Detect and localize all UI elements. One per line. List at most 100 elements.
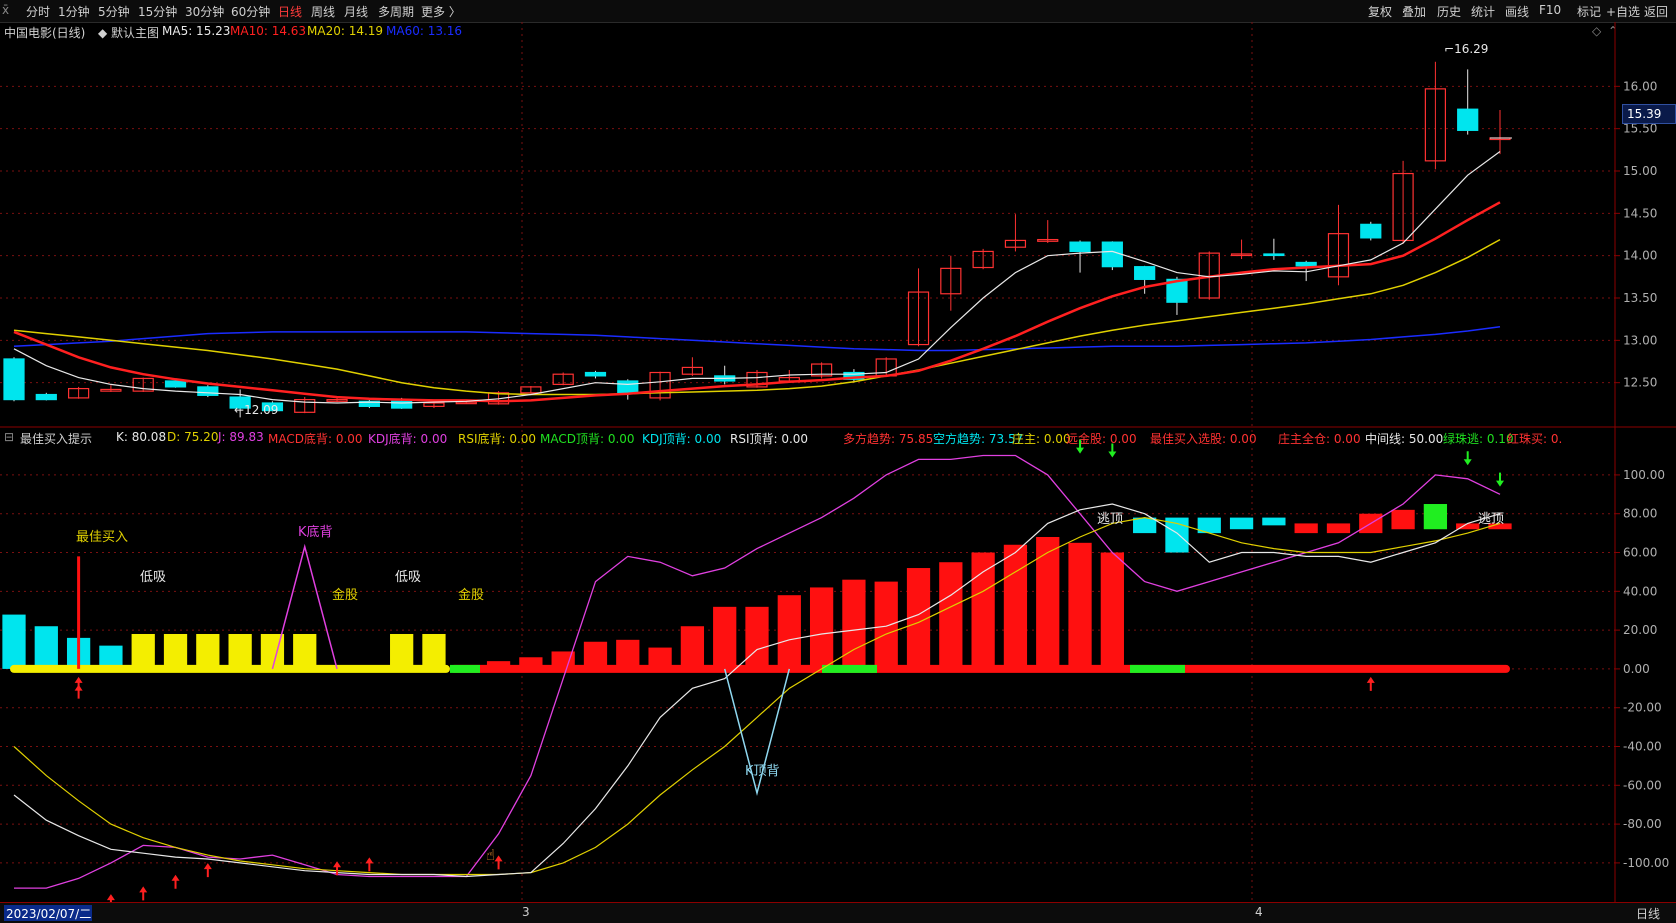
period-button-daily[interactable]: 日线 (1636, 905, 1660, 922)
indicator-bar (1133, 517, 1157, 534)
indicator-bar (1326, 523, 1351, 534)
indicator-bar (1100, 552, 1124, 669)
cursor-hand-icon: ☝ (486, 846, 496, 864)
indicator-tick-label: 60.00 (1623, 546, 1657, 560)
escape-top-label-2: 逃顶 (1478, 512, 1505, 527)
indicator-bar (971, 552, 995, 669)
buy-arrow-icon (203, 863, 212, 878)
indicator-tick-label: -20.00 (1623, 701, 1662, 715)
month-mark-3: 3 (522, 905, 530, 919)
sell-arrow-icon (1496, 472, 1504, 487)
ma60-line (13, 326, 1501, 352)
price-tick-label: 15.00 (1623, 164, 1657, 178)
buy-arrow-icon (1366, 676, 1375, 691)
indicator-bar (713, 606, 737, 669)
d-line (13, 516, 1501, 876)
gold-stock-label-1: 金股 (332, 588, 359, 603)
indicator-bar (422, 633, 446, 669)
indicator-bar (228, 633, 252, 669)
candle-body (1295, 261, 1317, 267)
price-tick-label: 13.50 (1623, 291, 1657, 305)
price-tick-label: 13.00 (1623, 333, 1657, 347)
current-price-value: 15.39 (1627, 107, 1662, 121)
indicator-bar (777, 595, 801, 669)
indicator-bar (293, 633, 317, 669)
low-price-marker: ←12.09 (234, 403, 279, 417)
indicator-tick-label: 40.00 (1623, 584, 1657, 598)
indicator-bar (1229, 517, 1254, 530)
k-line (13, 503, 1501, 878)
indicator-tick-label: -100.00 (1623, 856, 1669, 870)
indicator-bar (745, 606, 769, 669)
candle-body (3, 358, 25, 401)
candle-body (584, 371, 607, 377)
current-price-tag: 15.39 (1622, 104, 1676, 124)
indicator-bar (842, 579, 866, 669)
candle-body (1101, 241, 1123, 268)
candle-body (617, 380, 639, 394)
candle-body (1360, 223, 1382, 239)
indicator-bar (1068, 542, 1092, 669)
candle-body (1134, 266, 1156, 280)
buy-arrow-icon (365, 857, 374, 872)
indicator-tick-label: 0.00 (1623, 662, 1650, 676)
indicator-bar (616, 639, 640, 669)
buy-arrow-icon (74, 676, 83, 691)
buy-arrow-icon (171, 874, 180, 889)
indicator-bar (1294, 523, 1318, 534)
ma5-line (13, 151, 1501, 404)
sell-arrow-icon (1108, 443, 1117, 458)
indicator-bar (34, 626, 58, 669)
indicator-bar (1262, 517, 1286, 526)
candle-body (1263, 253, 1285, 257)
indicator-tick-label: -80.00 (1623, 817, 1662, 831)
indicator-bar (680, 626, 705, 669)
indicator-bar (1003, 544, 1028, 669)
indicator-tick-label: 20.00 (1623, 623, 1657, 637)
zero-strip-red (450, 664, 1510, 673)
high-price-marker: ⌐16.29 (1444, 42, 1489, 56)
indicator-bar (196, 633, 220, 669)
indicator-bar (390, 633, 414, 669)
indicator-bar (939, 562, 963, 669)
indicator-tick-label: 100.00 (1623, 468, 1665, 482)
indicator-bar (583, 641, 608, 669)
indicator-bar (1423, 504, 1448, 530)
sell-arrow-icon (1076, 439, 1085, 454)
high-price-value: 16.29 (1454, 42, 1489, 56)
buy-arrow-icon (139, 886, 148, 901)
zero-strip-yellow (10, 664, 450, 673)
price-tick-label: 16.00 (1623, 79, 1657, 93)
escape-top-label-1: 逃顶 (1097, 512, 1124, 527)
indicator-tick-label: 80.00 (1623, 507, 1657, 521)
indicator-bar (2, 614, 26, 669)
candle-body (164, 380, 187, 388)
low-buy-label-1: 低吸 (140, 570, 167, 585)
price-tick-label: 14.00 (1623, 249, 1657, 263)
buy-arrow-icon (494, 855, 503, 870)
zero-strip-green (450, 664, 480, 673)
indicator-bar (131, 633, 155, 669)
price-tick-label: 12.50 (1623, 376, 1657, 390)
k-top-divergence-label: K顶背 (745, 764, 780, 779)
candle-body (35, 393, 57, 401)
low-price-value: 12.09 (244, 403, 279, 417)
indicator-tick-label: -60.00 (1623, 778, 1662, 792)
chart-canvas[interactable]: 16.0015.5015.0014.5014.0013.5013.0012.50… (0, 0, 1676, 922)
candle-body (1457, 108, 1479, 131)
k-bottom-divergence-label: K底背 (298, 525, 333, 540)
indicator-bar (1391, 509, 1415, 530)
price-tick-label: 14.50 (1623, 206, 1657, 220)
candle-body (197, 386, 219, 396)
best-buy-label: 最佳买入 (76, 530, 129, 545)
low-buy-label-2: 低吸 (395, 570, 422, 585)
zero-strip-green (822, 664, 877, 673)
indicator-tick-label: -40.00 (1623, 740, 1662, 754)
indicator-bar (163, 633, 188, 669)
indicator-bar (874, 581, 898, 669)
month-mark-4: 4 (1255, 905, 1263, 919)
cursor-date-label: 2023/02/07/二 (4, 905, 92, 921)
date-axis-bar: 2023/02/07/二 3 4 日线 (0, 902, 1676, 923)
zero-strip-green (1130, 664, 1185, 673)
gold-stock-label-2: 金股 (458, 588, 485, 603)
